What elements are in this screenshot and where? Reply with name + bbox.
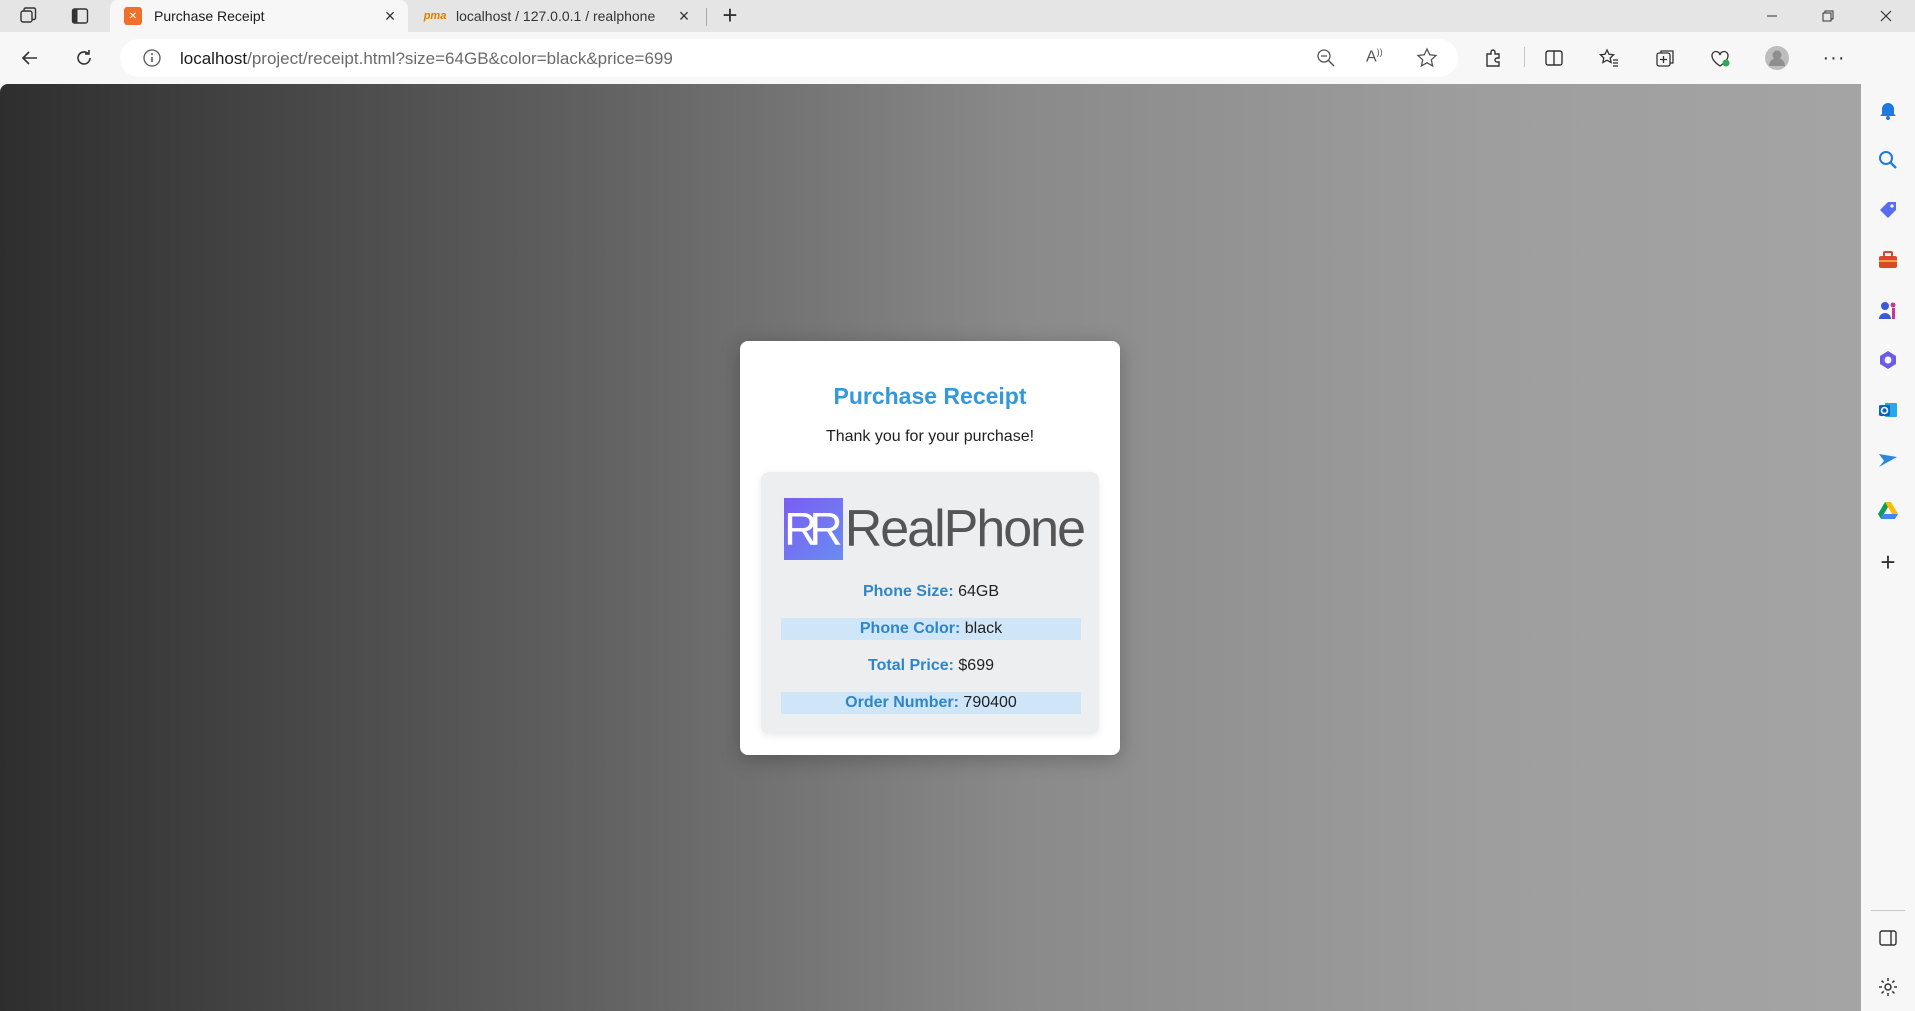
order-number-label: Order Number: (845, 694, 959, 711)
restore-icon[interactable] (1800, 0, 1856, 32)
page-viewport: Purchase Receipt Thank you for your purc… (0, 84, 1861, 1011)
tab-title: localhost / 127.0.0.1 / realphone (456, 8, 656, 24)
phone-size-value: 64GB (958, 583, 1000, 600)
tab-separator (706, 8, 707, 26)
logo-mark-letter: R (784, 503, 817, 555)
close-tab-icon[interactable]: × (378, 4, 402, 28)
settings-gear-icon[interactable] (1874, 973, 1902, 1001)
url-host: localhost (180, 49, 248, 68)
xampp-icon: ✕ (124, 7, 142, 25)
tab-purchase-receipt[interactable]: ✕ Purchase Receipt × (110, 0, 408, 32)
notifications-icon[interactable] (1874, 96, 1902, 124)
tab-title: Purchase Receipt (154, 8, 265, 24)
profile-avatar[interactable] (1760, 41, 1794, 75)
address-bar[interactable]: localhost/project/receipt.html?size=64GB… (120, 39, 1458, 77)
receipt-details: RR RealPhone Phone Size: 64GB Phone Colo… (761, 472, 1099, 734)
thank-you-message: Thank you for your purchase! (825, 428, 1035, 445)
refresh-icon[interactable] (67, 41, 101, 75)
tab-phpmyadmin[interactable]: pma localhost / 127.0.0.1 / realphone × (412, 0, 702, 32)
add-sidebar-app-icon[interactable]: + (1874, 547, 1902, 577)
phone-size-label: Phone Size: (862, 583, 954, 600)
collections-icon[interactable] (1648, 41, 1682, 75)
phone-color-value: black (964, 620, 1003, 637)
send-icon[interactable] (1874, 446, 1902, 474)
games-icon[interactable] (1874, 296, 1902, 324)
microsoft-365-icon[interactable] (1874, 346, 1902, 374)
phone-size-row: Phone Size: 64GB (781, 581, 1081, 603)
browser-toolbar: localhost/project/receipt.html?size=64GB… (0, 32, 1915, 84)
url-text[interactable]: localhost/project/receipt.html?size=64GB… (180, 49, 673, 69)
order-number-row: Order Number: 790400 (781, 692, 1081, 714)
browser-essentials-icon[interactable] (1703, 41, 1737, 75)
phone-color-label: Phone Color: (859, 620, 961, 637)
logo-mark: RR (784, 498, 843, 560)
google-drive-icon[interactable] (1874, 496, 1902, 524)
hide-sidebar-icon[interactable] (1874, 924, 1902, 952)
new-tab-icon[interactable]: + (716, 2, 744, 30)
search-icon[interactable] (1874, 146, 1902, 174)
edge-sidebar: + (1861, 32, 1915, 1011)
split-screen-icon[interactable] (1537, 41, 1571, 75)
read-aloud-icon[interactable]: A)) (1366, 47, 1383, 66)
site-info-icon[interactable] (142, 48, 162, 73)
phpmyadmin-icon: pma (423, 10, 447, 22)
toolbar-divider (1524, 47, 1525, 67)
realphone-logo: RR RealPhone (784, 497, 1086, 561)
total-price-value: $699 (958, 657, 994, 674)
close-tab-icon[interactable]: × (672, 4, 696, 28)
favorites-icon[interactable] (1592, 41, 1626, 75)
outlook-icon[interactable] (1874, 396, 1902, 424)
favorite-star-icon[interactable] (1416, 47, 1438, 74)
total-price-label: Total Price: (868, 657, 954, 674)
tools-icon[interactable] (1874, 246, 1902, 274)
receipt-title: Purchase Receipt (833, 383, 1027, 409)
vertical-tabs-icon[interactable] (66, 4, 94, 28)
receipt-card: Purchase Receipt Thank you for your purc… (740, 341, 1120, 755)
logo-text: RealPhone (844, 500, 1086, 558)
total-price-row: Total Price: $699 (781, 655, 1081, 677)
url-path: /project/receipt.html?size=64GB&color=bl… (247, 49, 673, 68)
tab-strip: ✕ Purchase Receipt × pma localhost / 127… (0, 0, 1915, 32)
minimize-icon[interactable] (1744, 0, 1800, 32)
logo-mark-letter: R (809, 503, 842, 555)
workspaces-icon[interactable] (14, 4, 42, 28)
close-window-icon[interactable] (1858, 0, 1914, 32)
sidebar-divider (1871, 910, 1905, 911)
extensions-icon[interactable] (1476, 41, 1510, 75)
zoom-out-icon[interactable] (1316, 48, 1336, 73)
order-number-value: 790400 (963, 694, 1017, 711)
shopping-tag-icon[interactable] (1874, 196, 1902, 224)
phone-color-row: Phone Color: black (781, 618, 1081, 640)
back-icon[interactable] (13, 41, 47, 75)
more-options-icon[interactable]: ··· (1817, 41, 1851, 75)
